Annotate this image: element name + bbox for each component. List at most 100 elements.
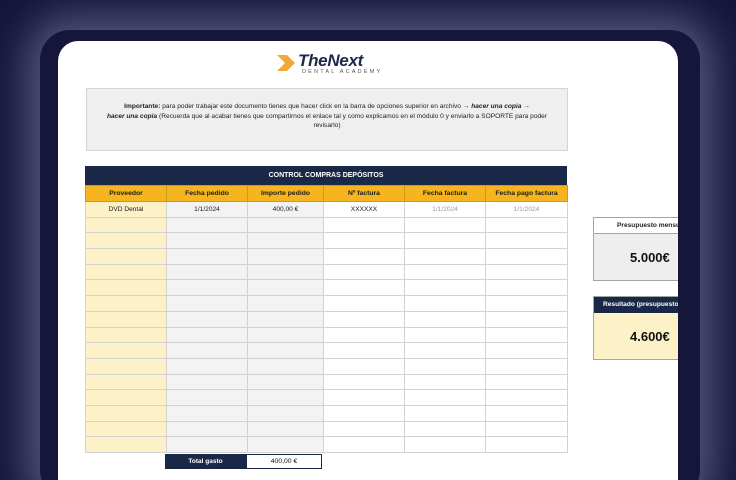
table-cell[interactable] <box>166 342 248 359</box>
table-cell[interactable]: 1/1/2024 <box>485 201 568 218</box>
table-cell[interactable] <box>404 373 486 391</box>
table-cell[interactable] <box>166 357 248 375</box>
table-cell[interactable] <box>323 389 405 406</box>
table-cell[interactable] <box>485 436 568 453</box>
table-cell[interactable] <box>247 404 324 422</box>
table-cell[interactable] <box>485 342 568 359</box>
table-cell[interactable] <box>166 232 248 250</box>
table-cell[interactable] <box>85 279 167 297</box>
table-cell[interactable] <box>404 342 486 359</box>
table-cell[interactable] <box>247 263 324 281</box>
table-cell[interactable] <box>404 310 486 328</box>
table-cell[interactable] <box>323 295 405 312</box>
table-cell[interactable] <box>323 310 405 328</box>
table-cell[interactable] <box>404 404 486 422</box>
table-cell[interactable] <box>323 216 405 234</box>
table-cell[interactable] <box>247 232 324 250</box>
table-cell[interactable] <box>323 404 405 422</box>
table-cell[interactable] <box>85 326 167 344</box>
table-cell[interactable] <box>247 420 324 438</box>
table-cell[interactable] <box>485 279 568 297</box>
table-cell[interactable] <box>85 404 167 422</box>
table-cell[interactable] <box>166 373 248 391</box>
table-cell[interactable] <box>485 216 568 234</box>
table-cell[interactable] <box>485 263 568 281</box>
table-cell[interactable] <box>404 263 486 281</box>
table-cell[interactable] <box>404 232 486 250</box>
table-cell[interactable] <box>85 310 167 328</box>
table-cell[interactable] <box>485 232 568 250</box>
table-cell[interactable] <box>404 248 486 265</box>
table-cell[interactable] <box>404 326 486 344</box>
table-cell[interactable] <box>247 216 324 234</box>
table-cell[interactable] <box>85 295 167 312</box>
table-cell[interactable] <box>166 420 248 438</box>
table-cell[interactable] <box>166 248 248 265</box>
table-cell[interactable]: 1/1/2024 <box>166 201 248 218</box>
table-cell[interactable] <box>247 389 324 406</box>
table-cell[interactable] <box>166 295 248 312</box>
table-cell[interactable] <box>85 373 167 391</box>
table-cell[interactable] <box>247 342 324 359</box>
table-cell[interactable] <box>247 310 324 328</box>
budget-value[interactable]: 5.000€ <box>594 234 678 280</box>
table-cell[interactable] <box>323 263 405 281</box>
total-value[interactable]: 400,00 € <box>246 454 322 469</box>
table-cell[interactable] <box>404 216 486 234</box>
table-cell[interactable]: 1/1/2024 <box>404 201 486 218</box>
table-cell[interactable] <box>247 436 324 453</box>
table-cell[interactable] <box>247 279 324 297</box>
table-cell[interactable] <box>485 248 568 265</box>
table-cell[interactable] <box>166 389 248 406</box>
table-cell[interactable]: XXXXXX <box>323 201 405 218</box>
table-cell[interactable] <box>485 373 568 391</box>
table-cell[interactable] <box>85 216 167 234</box>
table-cell[interactable] <box>404 279 486 297</box>
table-cell[interactable] <box>247 248 324 265</box>
table-cell[interactable] <box>485 389 568 406</box>
table-cell[interactable] <box>404 436 486 453</box>
table-cell[interactable] <box>323 420 405 438</box>
table-cell[interactable] <box>85 263 167 281</box>
table-cell[interactable] <box>323 232 405 250</box>
table-cell[interactable] <box>85 342 167 359</box>
table-cell[interactable] <box>485 357 568 375</box>
table-cell[interactable] <box>323 342 405 359</box>
table-cell[interactable] <box>85 248 167 265</box>
table-cell[interactable] <box>166 279 248 297</box>
table-cell[interactable] <box>404 389 486 406</box>
table-row <box>85 436 568 453</box>
table-cell[interactable] <box>166 263 248 281</box>
table-cell[interactable] <box>323 248 405 265</box>
table-cell[interactable] <box>323 436 405 453</box>
table-cell[interactable] <box>485 295 568 312</box>
table-cell[interactable] <box>404 420 486 438</box>
table-cell[interactable] <box>404 357 486 375</box>
table-cell[interactable] <box>247 295 324 312</box>
table-cell[interactable] <box>323 373 405 391</box>
table-cell[interactable] <box>485 310 568 328</box>
table-cell[interactable] <box>323 357 405 375</box>
table-cell[interactable] <box>247 326 324 344</box>
table-cell[interactable]: 400,00 € <box>247 201 324 218</box>
table-cell[interactable] <box>85 420 167 438</box>
result-value[interactable]: 4.600€ <box>594 313 678 359</box>
table-cell[interactable] <box>485 420 568 438</box>
table-cell[interactable] <box>166 326 248 344</box>
table-cell[interactable] <box>85 389 167 406</box>
table-cell[interactable] <box>485 326 568 344</box>
table-cell[interactable] <box>247 373 324 391</box>
table-cell[interactable] <box>85 357 167 375</box>
table-cell[interactable] <box>166 310 248 328</box>
table-cell[interactable] <box>404 295 486 312</box>
table-cell[interactable] <box>247 357 324 375</box>
table-cell[interactable] <box>166 436 248 453</box>
table-cell[interactable] <box>166 216 248 234</box>
table-cell[interactable] <box>166 404 248 422</box>
table-cell[interactable] <box>85 232 167 250</box>
table-cell[interactable] <box>85 436 167 453</box>
table-cell[interactable]: DVD Dental <box>85 201 167 218</box>
table-cell[interactable] <box>485 404 568 422</box>
table-cell[interactable] <box>323 279 405 297</box>
table-cell[interactable] <box>323 326 405 344</box>
